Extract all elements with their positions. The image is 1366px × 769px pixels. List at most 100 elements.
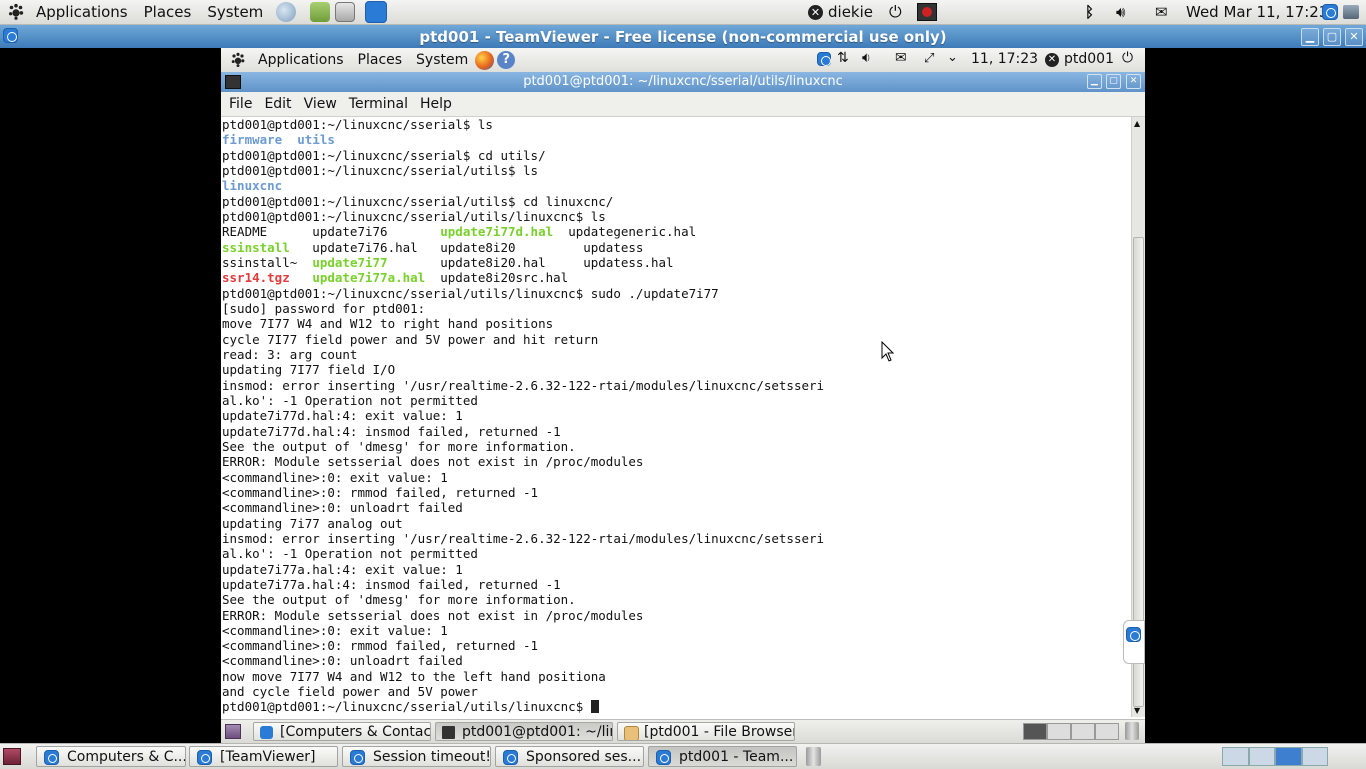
- terminal-text: utils: [297, 132, 335, 148]
- terminal-line: ssr14.tgz update7i77a.hal update8i20src.…: [222, 270, 1132, 285]
- remote-menu-places[interactable]: Places: [351, 52, 410, 68]
- teamviewer-side-panel-handle[interactable]: [1123, 620, 1145, 664]
- local-workspace-1[interactable]: [1222, 747, 1249, 766]
- task-computers-contacts[interactable]: Computers & C...: [36, 746, 186, 767]
- scroll-down-icon[interactable]: ▼: [1134, 706, 1140, 715]
- remote-clock[interactable]: 11, 17:23: [971, 51, 1038, 67]
- show-desktop-icon[interactable]: [3, 748, 21, 765]
- terminal-text: ssinstall: [222, 239, 290, 255]
- terminal-launcher-icon[interactable]: [335, 2, 356, 22]
- remote-task-computers-contacts[interactable]: [Computers & Contacts]: [253, 722, 431, 741]
- gnome-foot-icon[interactable]: [6, 3, 26, 21]
- terminal-line: <commandline>:0: rmmod failed, returned …: [222, 485, 1132, 500]
- terminal-menu-help[interactable]: Help: [414, 96, 458, 112]
- remote-gnome-foot-icon[interactable]: [229, 52, 247, 68]
- web-browser-launcher-icon[interactable]: [276, 2, 297, 22]
- remote-trash-icon[interactable]: [1125, 722, 1139, 740]
- remote-teamviewer-tray-icon[interactable]: [817, 52, 831, 66]
- task-teamviewer[interactable]: [TeamViewer]: [189, 746, 338, 767]
- remote-task-file-browser[interactable]: [ptd001 - File Browser]: [617, 722, 795, 741]
- shutdown-icon[interactable]: ⏻: [889, 0, 902, 24]
- workspace-2[interactable]: [1047, 723, 1071, 740]
- help-launcher-icon[interactable]: ?: [497, 51, 516, 69]
- terminal-line: ptd001@ptd001:~/linuxcnc/sserial$ cd uti…: [222, 148, 1132, 163]
- terminal-line: README update7i76 update7i77d.hal update…: [222, 224, 1132, 239]
- minimize-button[interactable]: ▁: [1301, 28, 1319, 46]
- teamviewer-fullscreen-icon[interactable]: ⤢: [924, 51, 934, 66]
- terminal-window-title: ptd001@ptd001: ~/linuxcnc/sserial/utils/…: [523, 74, 843, 89]
- terminal-titlebar[interactable]: ptd001@ptd001: ~/linuxcnc/sserial/utils/…: [221, 72, 1145, 92]
- clock[interactable]: Wed Mar 11, 17:23: [1186, 0, 1328, 24]
- terminal-line: ptd001@ptd001:~/linuxcnc/sserial/utils/l…: [222, 209, 1132, 224]
- terminal-maximize-button[interactable]: ▢: [1106, 74, 1121, 89]
- volume-icon[interactable]: 🔊︎: [1116, 0, 1125, 24]
- menu-applications[interactable]: Applications: [28, 3, 136, 21]
- remote-volume-icon[interactable]: 🔉︎: [862, 50, 871, 66]
- scroll-up-icon[interactable]: ▲: [1134, 119, 1140, 128]
- remote-workspace-switcher[interactable]: [1023, 723, 1119, 740]
- terminal-text: updating 7I77 field I/O: [222, 362, 396, 378]
- local-workspace-2[interactable]: [1248, 747, 1275, 766]
- task-ptd001-teamviewer[interactable]: ptd001 - Team...: [648, 746, 797, 767]
- workspace-3[interactable]: [1071, 723, 1095, 740]
- workspace-4[interactable]: [1095, 723, 1119, 740]
- terminal-line: linuxcnc: [222, 178, 1132, 193]
- terminal-menu-file[interactable]: File: [221, 96, 258, 112]
- terminal-text: ptd001@ptd001:~/linuxcnc/sserial/utils$ …: [222, 193, 614, 209]
- maximize-button[interactable]: ▢: [1323, 28, 1341, 46]
- remote-network-icon[interactable]: ⇅: [837, 50, 849, 66]
- teamviewer-launcher-icon[interactable]: [365, 1, 388, 23]
- terminal-line: updating 7I77 field I/O: [222, 362, 1132, 377]
- remote-menu-system[interactable]: System: [409, 52, 475, 68]
- terminal-output[interactable]: ptd001@ptd001:~/linuxcnc/sserial$ ls firm…: [221, 117, 1132, 717]
- terminal-line: and cycle field power and 5V power: [222, 684, 1132, 699]
- close-button[interactable]: ✕: [1345, 28, 1363, 46]
- remote-user-name[interactable]: ptd001: [1064, 51, 1114, 67]
- terminal-line: firmware utils: [222, 132, 1132, 147]
- remote-desktop[interactable]: Applications Places System ? ⇅ 🔉︎ ✉ ⤢ ⌄ …: [221, 48, 1145, 743]
- teamviewer-toolbar-toggle-icon[interactable]: ⌄: [947, 50, 958, 65]
- user-menu[interactable]: ✕ diekie: [808, 0, 873, 24]
- remote-shutdown-icon[interactable]: ⏻: [1122, 50, 1133, 66]
- remote-menu-applications[interactable]: Applications: [251, 52, 351, 68]
- terminal-text: ERROR: Module setsserial does not exist …: [222, 607, 644, 623]
- task-sponsored-session[interactable]: Sponsored ses...: [495, 746, 644, 767]
- terminal-close-button[interactable]: ✕: [1126, 74, 1141, 89]
- teamviewer-titlebar[interactable]: ptd001 - TeamViewer - Free license (non-…: [0, 25, 1366, 48]
- terminal-menu-terminal[interactable]: Terminal: [343, 96, 414, 112]
- remote-task-terminal[interactable]: ptd001@ptd001: ~/lin...: [435, 722, 613, 741]
- teamviewer-tray-icon[interactable]: [1322, 0, 1338, 24]
- workspace-switcher[interactable]: [1222, 747, 1328, 766]
- terminal-line: See the output of 'dmesg' for more infor…: [222, 592, 1132, 607]
- terminal-minimize-button[interactable]: ▁: [1087, 74, 1102, 89]
- teamviewer-handle-icon: [1126, 627, 1141, 642]
- local-workspace-4[interactable]: [1301, 747, 1328, 766]
- terminal-text: al.ko': -1 Operation not permitted: [222, 392, 478, 408]
- terminal-line: read: 3: arg count: [222, 347, 1132, 362]
- terminal-text: update7i77a.hal:4: insmod failed, return…: [222, 576, 561, 592]
- remote-mail-icon[interactable]: ✉: [895, 50, 907, 66]
- terminal-text: al.ko': -1 Operation not permitted: [222, 546, 478, 562]
- menu-system[interactable]: System: [199, 3, 271, 21]
- text-editor-launcher-icon[interactable]: [310, 2, 331, 22]
- terminal-text: insmod: error inserting '/usr/realtime-2…: [222, 377, 825, 393]
- terminal-text: updating 7i77 analog out: [222, 515, 403, 531]
- workspace-1[interactable]: [1023, 723, 1047, 740]
- remote-user-status-icon: ✕: [1045, 53, 1059, 67]
- remote-show-desktop-icon[interactable]: [225, 724, 241, 739]
- local-workspace-3[interactable]: [1275, 747, 1302, 766]
- firefox-launcher-icon[interactable]: [475, 50, 495, 70]
- trash-icon[interactable]: [806, 747, 821, 766]
- terminal-menu-edit[interactable]: Edit: [258, 96, 297, 112]
- mail-icon[interactable]: ✉: [1155, 0, 1168, 24]
- record-icon[interactable]: [917, 0, 937, 24]
- terminal-menu-view[interactable]: View: [298, 96, 343, 112]
- terminal-menubar: File Edit View Terminal Help: [221, 92, 1145, 117]
- task-session-timeout[interactable]: Session timeout!: [342, 746, 491, 767]
- local-taskbar: Computers & C... [TeamViewer] Session ti…: [0, 743, 1366, 769]
- bluetooth-icon[interactable]: ᛒ: [1085, 0, 1094, 24]
- network-tray-icon[interactable]: [1343, 0, 1359, 24]
- terminal-line: al.ko': -1 Operation not permitted: [222, 393, 1132, 408]
- menu-places[interactable]: Places: [136, 3, 200, 21]
